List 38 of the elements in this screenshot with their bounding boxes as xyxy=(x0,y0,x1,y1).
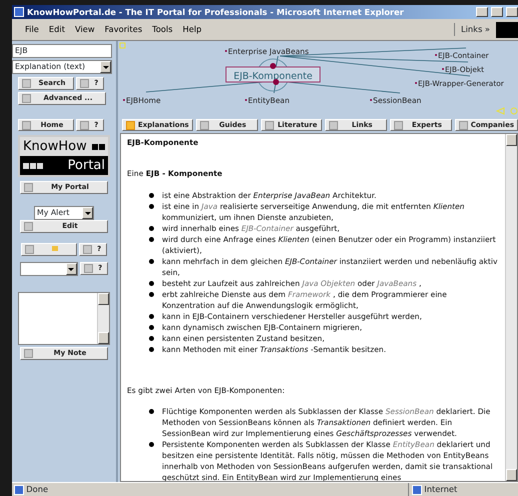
logo-text: Portal xyxy=(68,157,105,175)
menu-item[interactable]: Edit xyxy=(44,23,70,36)
bullet-icon xyxy=(149,442,154,447)
zone-text: Internet xyxy=(424,483,458,496)
bullet-icon xyxy=(149,237,154,242)
window-title: KnowHowPortal.de - The IT Portal for Professionals - Microsoft Internet Explorer xyxy=(27,6,405,18)
menu-item[interactable]: File xyxy=(20,23,44,36)
bullet-icon xyxy=(149,226,154,231)
menu-item[interactable]: Favorites xyxy=(100,23,148,36)
bullet-icon xyxy=(149,204,154,209)
folder-icon xyxy=(52,246,58,252)
node-dot xyxy=(270,63,276,69)
bullet-icon xyxy=(149,292,154,297)
bullet-icon xyxy=(149,259,154,264)
scrollbar[interactable] xyxy=(97,293,109,344)
browser-icon xyxy=(14,7,24,17)
map-center-node[interactable]: EJB-Komponente xyxy=(226,66,320,82)
square-icon xyxy=(120,42,126,48)
bullet-icon xyxy=(149,281,154,286)
status-text: Done xyxy=(26,483,48,496)
bullet-icon xyxy=(149,325,154,330)
menu-item[interactable]: Help xyxy=(178,23,207,36)
maximize-button[interactable] xyxy=(491,7,503,17)
bullet-icon xyxy=(149,336,154,341)
node-dot xyxy=(273,79,279,85)
scrollbar[interactable] xyxy=(505,134,517,481)
bullet-icon xyxy=(149,314,154,319)
bullet-icon xyxy=(149,409,154,414)
bullet-icon xyxy=(149,347,154,352)
logo-text: KnowHow xyxy=(23,138,87,156)
menu-item[interactable]: Tools xyxy=(147,23,178,36)
minimize-button[interactable] xyxy=(476,7,488,17)
folder-button[interactable] xyxy=(20,243,77,256)
menu-item[interactable]: View xyxy=(70,23,100,36)
dropdown[interactable] xyxy=(20,262,78,276)
close-button[interactable] xyxy=(506,7,518,17)
bullet-icon xyxy=(149,193,154,198)
note-textarea[interactable] xyxy=(18,292,110,345)
